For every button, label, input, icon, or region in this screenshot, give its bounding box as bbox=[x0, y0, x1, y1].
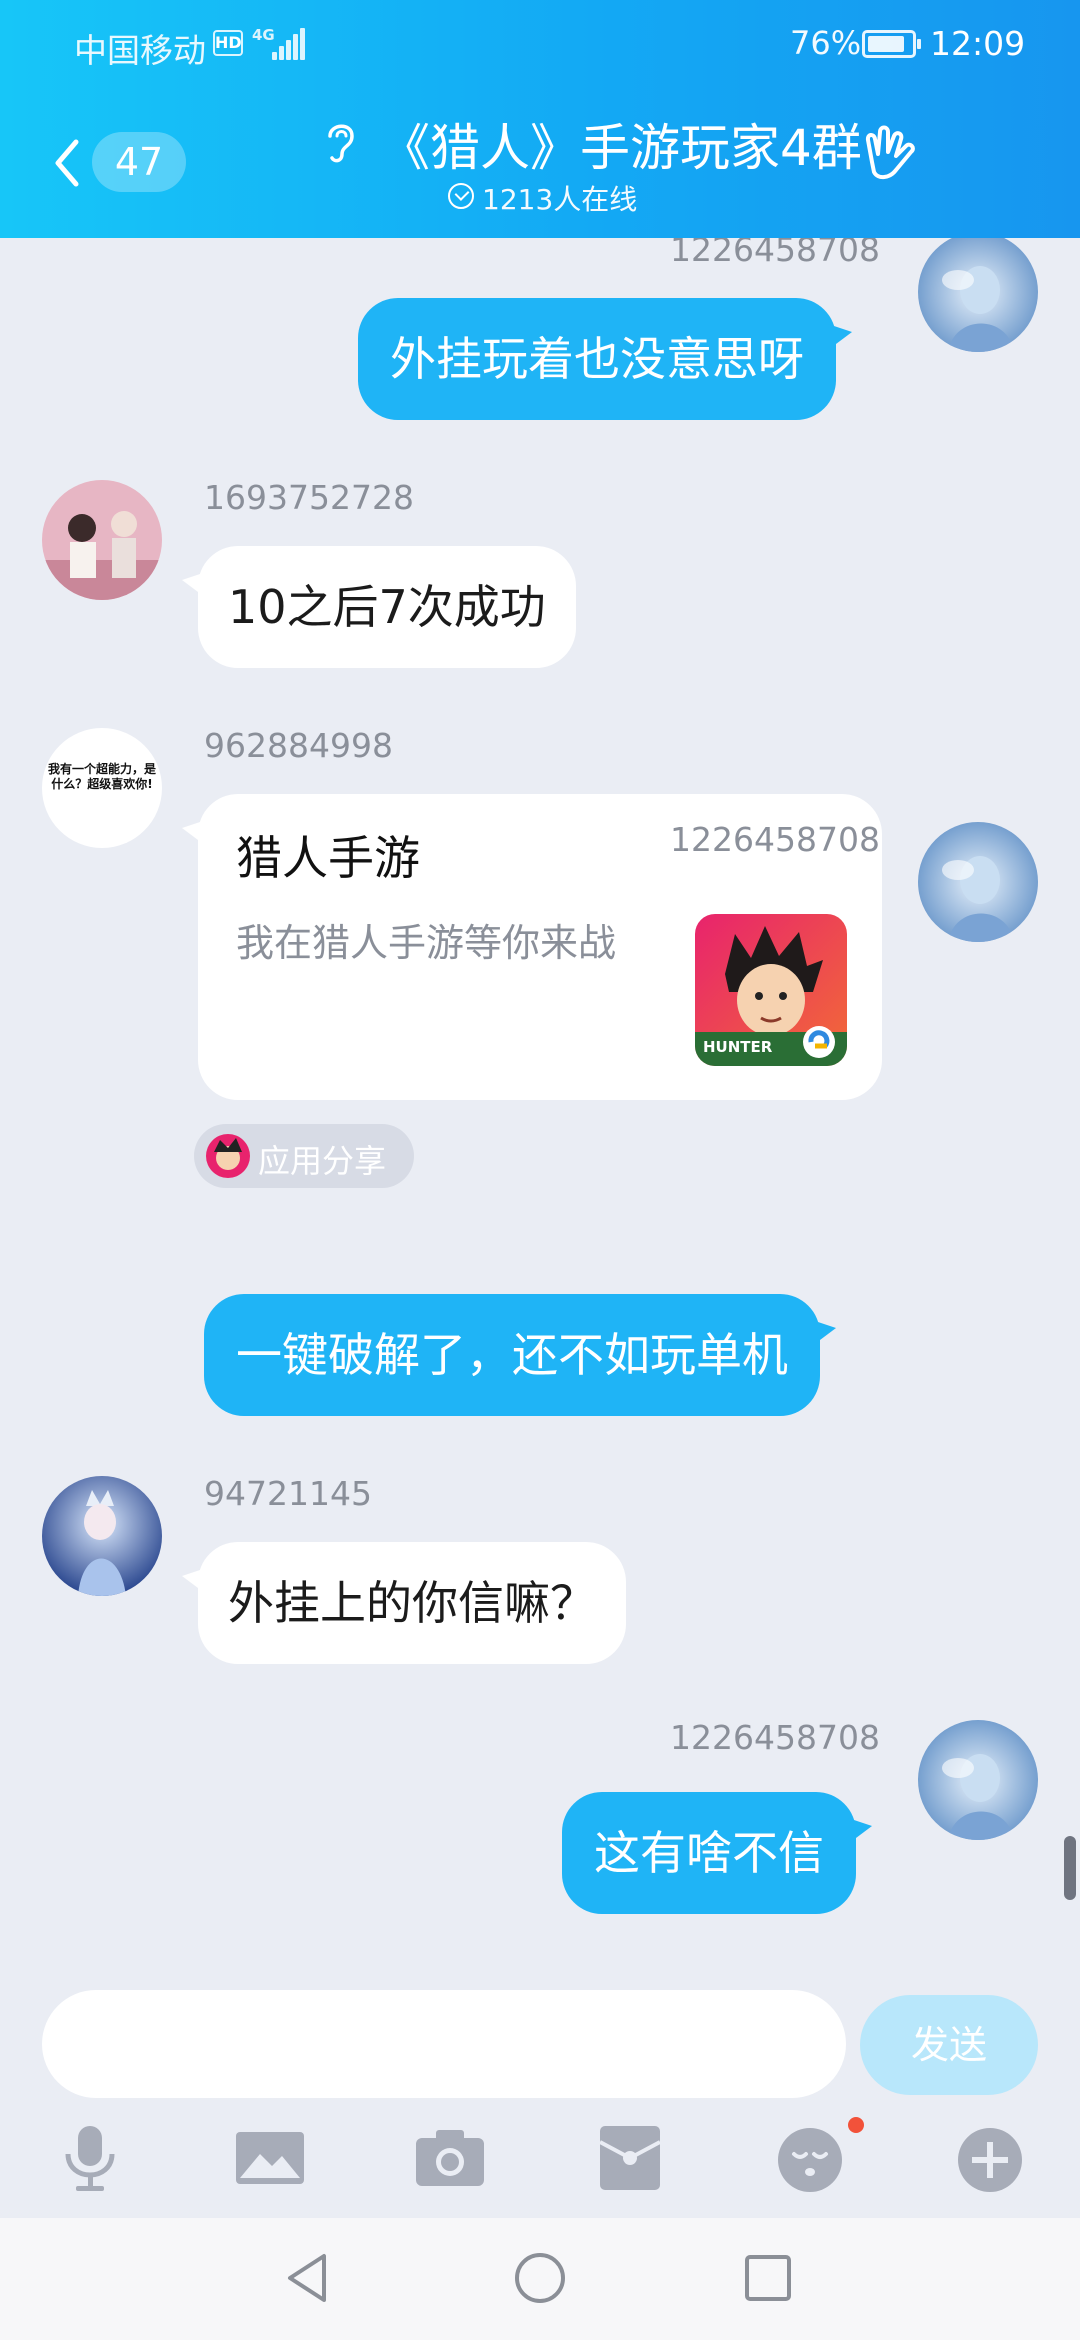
app-share-icon bbox=[206, 1134, 250, 1178]
unread-count-badge[interactable]: 47 bbox=[92, 132, 186, 192]
signal-icon bbox=[272, 28, 306, 60]
image-icon[interactable] bbox=[232, 2120, 308, 2196]
ear-icon[interactable] bbox=[322, 118, 358, 166]
message-bubble[interactable]: 外挂上的你信嘛？ bbox=[182, 1542, 626, 1664]
game-icon: HUNTER bbox=[695, 914, 847, 1066]
battery-percent: 76% bbox=[790, 24, 862, 62]
online-check-icon bbox=[448, 183, 474, 209]
card-title: 猎人手游 bbox=[236, 831, 420, 885]
my-avatar[interactable] bbox=[918, 1720, 1038, 1840]
avatar-image bbox=[42, 1476, 162, 1596]
user-avatar[interactable] bbox=[42, 1476, 162, 1596]
message-bubble[interactable]: 10之后7次成功 bbox=[182, 546, 576, 668]
avatar-image bbox=[918, 238, 1038, 352]
user-avatar[interactable] bbox=[42, 480, 162, 600]
hand-gesture-icon[interactable] bbox=[858, 122, 922, 188]
message-input[interactable] bbox=[42, 1990, 846, 2098]
clock: 12:09 bbox=[930, 24, 1026, 63]
chat-header: 中国移动 HD 4G 76% 12:09 47 《猎人》手游玩家4群 1213人… bbox=[0, 0, 1080, 238]
sender-id: 1693752728 bbox=[204, 478, 414, 517]
avatar-image bbox=[42, 480, 162, 600]
status-bar: 中国移动 HD 4G 76% 12:09 bbox=[0, 0, 1080, 90]
chevron-left-icon bbox=[55, 139, 79, 187]
message-bubble[interactable]: 外挂玩着也没意思呀 bbox=[358, 298, 852, 420]
my-avatar[interactable] bbox=[918, 822, 1038, 942]
scrollbar-thumb[interactable] bbox=[1064, 1836, 1076, 1900]
online-count: 1213人在线 bbox=[482, 183, 638, 216]
group-title[interactable]: 《猎人》手游玩家4群 bbox=[380, 108, 862, 180]
home-circle-icon[interactable] bbox=[510, 2248, 570, 2308]
avatar-caption: 我有一个超能力，是什么？超级喜欢你! bbox=[48, 762, 157, 791]
message-bubble[interactable]: 一键破解了，还不如玩单机 bbox=[204, 1294, 836, 1416]
notification-dot bbox=[848, 2117, 864, 2133]
message-bubble[interactable]: 这有啥不信 bbox=[562, 1792, 872, 1914]
message-list[interactable]: 1226458708 外挂玩着也没意思呀 1693752728 10之后7次成功… bbox=[0, 238, 1080, 1988]
send-button[interactable]: 发送 bbox=[860, 1995, 1038, 2095]
avatar-image bbox=[918, 1720, 1038, 1840]
sender-id: 1226458708 bbox=[670, 1718, 880, 1757]
my-avatar[interactable] bbox=[918, 238, 1038, 352]
sender-id: 94721145 bbox=[204, 1474, 372, 1513]
plus-icon[interactable] bbox=[952, 2120, 1028, 2196]
user-avatar[interactable]: 我有一个超能力，是什么？超级喜欢你! bbox=[42, 728, 162, 848]
card-description: 我在猎人手游等你来战 bbox=[236, 921, 617, 965]
microphone-icon[interactable] bbox=[52, 2120, 128, 2196]
sender-id: 962884998 bbox=[204, 726, 393, 765]
carrier-label: 中国移动 bbox=[74, 31, 206, 70]
recents-square-icon[interactable] bbox=[738, 2248, 798, 2308]
emoji-icon[interactable] bbox=[772, 2120, 848, 2196]
svg-text:HUNTER: HUNTER bbox=[703, 1038, 773, 1056]
battery-icon bbox=[862, 30, 921, 58]
sender-id: 1226458708 bbox=[670, 820, 880, 859]
app-share-tag[interactable]: 应用分享 bbox=[194, 1124, 414, 1188]
app-share-label: 应用分享 bbox=[258, 1142, 387, 1180]
sender-id: 1226458708 bbox=[670, 238, 880, 269]
hd-badge: HD bbox=[213, 30, 243, 56]
camera-icon[interactable] bbox=[412, 2120, 488, 2196]
system-nav-bar bbox=[0, 2218, 1080, 2340]
avatar-image bbox=[918, 822, 1038, 942]
back-triangle-icon[interactable] bbox=[280, 2248, 340, 2308]
red-packet-icon[interactable] bbox=[592, 2120, 668, 2196]
back-button[interactable] bbox=[48, 128, 88, 198]
